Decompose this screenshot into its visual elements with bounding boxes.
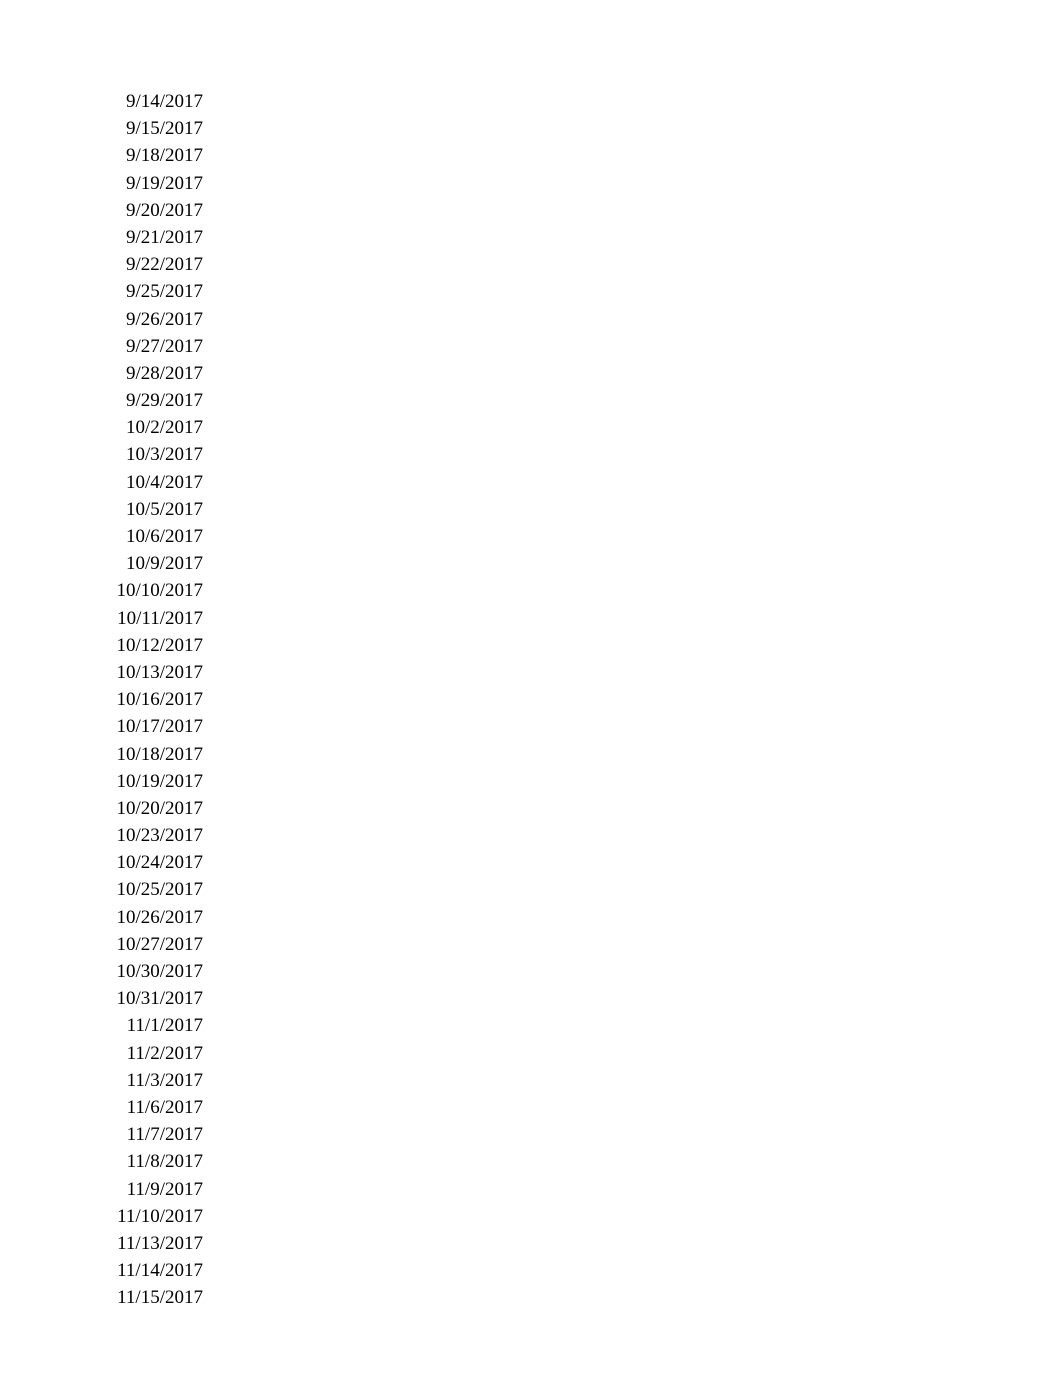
date-row: 11/3/2017	[98, 1067, 203, 1094]
date-row: 10/31/2017	[98, 985, 203, 1012]
date-row: 11/2/2017	[98, 1040, 203, 1067]
date-row: 10/23/2017	[98, 822, 203, 849]
date-row: 10/24/2017	[98, 849, 203, 876]
date-row: 10/17/2017	[98, 713, 203, 740]
date-row: 10/6/2017	[98, 523, 203, 550]
date-list: 9/14/2017 9/15/2017 9/18/2017 9/19/2017 …	[98, 88, 1062, 1311]
date-row: 9/21/2017	[98, 224, 203, 251]
date-row: 10/9/2017	[98, 550, 203, 577]
date-row: 10/25/2017	[98, 876, 203, 903]
date-row: 9/25/2017	[98, 278, 203, 305]
date-row: 9/15/2017	[98, 115, 203, 142]
date-row: 9/26/2017	[98, 306, 203, 333]
date-row: 9/19/2017	[98, 170, 203, 197]
date-row: 10/11/2017	[98, 605, 203, 632]
date-row: 11/9/2017	[98, 1176, 203, 1203]
date-row: 10/12/2017	[98, 632, 203, 659]
date-row: 10/3/2017	[98, 441, 203, 468]
date-row: 10/27/2017	[98, 931, 203, 958]
date-row: 11/13/2017	[98, 1230, 203, 1257]
date-row: 10/26/2017	[98, 904, 203, 931]
date-row: 11/1/2017	[98, 1012, 203, 1039]
date-row: 11/10/2017	[98, 1203, 203, 1230]
date-row: 9/22/2017	[98, 251, 203, 278]
date-row: 11/7/2017	[98, 1121, 203, 1148]
date-row: 9/14/2017	[98, 88, 203, 115]
date-row: 9/29/2017	[98, 387, 203, 414]
date-row: 10/30/2017	[98, 958, 203, 985]
date-row: 10/5/2017	[98, 496, 203, 523]
date-row: 9/18/2017	[98, 142, 203, 169]
date-row: 10/4/2017	[98, 469, 203, 496]
date-row: 10/16/2017	[98, 686, 203, 713]
date-row: 9/20/2017	[98, 197, 203, 224]
date-row: 9/28/2017	[98, 360, 203, 387]
date-row: 10/2/2017	[98, 414, 203, 441]
date-row: 10/18/2017	[98, 741, 203, 768]
date-row: 9/27/2017	[98, 333, 203, 360]
date-row: 10/13/2017	[98, 659, 203, 686]
date-row: 11/14/2017	[98, 1257, 203, 1284]
date-row: 11/8/2017	[98, 1148, 203, 1175]
date-row: 10/20/2017	[98, 795, 203, 822]
date-row: 10/10/2017	[98, 577, 203, 604]
date-row: 11/6/2017	[98, 1094, 203, 1121]
date-row: 11/15/2017	[98, 1284, 203, 1311]
date-row: 10/19/2017	[98, 768, 203, 795]
